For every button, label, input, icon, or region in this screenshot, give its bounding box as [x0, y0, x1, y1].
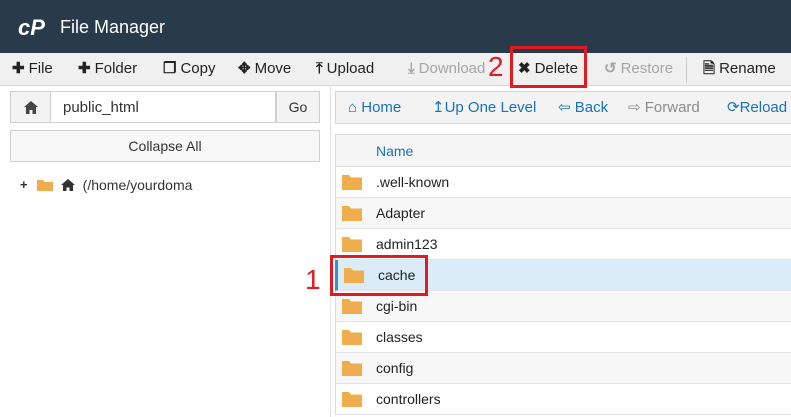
folder-icon [342, 175, 362, 190]
home-icon: ⌂ [348, 99, 358, 116]
rename-button[interactable]: 🗎 Rename [703, 53, 776, 85]
nav-forward-button[interactable]: ⇨ Forward [628, 92, 700, 125]
move-label: Move [254, 60, 292, 77]
app-title: File Manager [60, 17, 166, 37]
move-icon: ✥ [238, 60, 251, 77]
svg-text:cP: cP [18, 15, 45, 39]
file-row[interactable]: controllers [335, 384, 791, 415]
file-name: .well-known [376, 174, 450, 190]
top-header: cP File Manager [0, 0, 791, 53]
tree-root-item[interactable]: + (/home/yourdoma [20, 174, 192, 194]
restore-icon: ↺ [604, 60, 617, 77]
copy-button[interactable]: ❐ Copy [163, 53, 215, 85]
file-row[interactable]: classes [335, 322, 791, 353]
file-row[interactable]: config [335, 353, 791, 384]
cpanel-logo: cP [18, 15, 45, 39]
rename-label: Rename [719, 60, 776, 77]
folder-icon [342, 392, 362, 407]
nav-back-label: Back [574, 99, 609, 116]
navigation-bar: ⌂ Home ↥Up One Level ⇦ Back ⇨ Forward ⟳R… [335, 91, 791, 124]
file-row[interactable]: Adapter [335, 198, 791, 229]
copy-icon: ❐ [163, 60, 177, 77]
new-file-button[interactable]: ✚ File [12, 53, 53, 85]
folder-icon [36, 180, 53, 192]
plus-icon: ✚ [78, 60, 91, 77]
folder-icon [342, 299, 362, 314]
column-name-header[interactable]: Name [376, 135, 413, 167]
new-folder-label: Folder [94, 60, 138, 77]
folder-icon [342, 206, 362, 221]
step-1-marker: 1 [305, 264, 321, 295]
nav-up-button[interactable]: ↥Up One Level [432, 92, 536, 125]
restore-label: Restore [620, 60, 674, 77]
copy-label: Copy [180, 60, 216, 77]
home-icon [24, 101, 38, 114]
folder-icon [342, 361, 362, 376]
folder-icon [342, 330, 362, 345]
nav-reload-button[interactable]: ⟳Reload [727, 92, 787, 125]
path-input[interactable] [51, 91, 276, 123]
level-up-icon: ↥ [432, 99, 445, 116]
collapse-all-button[interactable]: Collapse All [10, 130, 320, 162]
nav-up-label: Up One Level [444, 99, 537, 116]
file-name: classes [376, 329, 423, 345]
file-name: config [376, 360, 414, 376]
download-icon: ⤓ [408, 60, 415, 77]
step-2-marker: 2 [488, 51, 504, 82]
home-icon [60, 179, 75, 192]
file-row[interactable]: .well-known [335, 167, 791, 198]
new-folder-button[interactable]: ✚ Folder [78, 53, 137, 85]
download-button[interactable]: ⤓ Download [408, 53, 485, 85]
delete-highlight-box [510, 46, 587, 88]
nav-back-button[interactable]: ⇦ Back [558, 92, 608, 125]
document-icon: 🗎 [703, 60, 716, 77]
arrow-right-icon: ⇨ [628, 99, 641, 116]
folder-icon [342, 237, 362, 252]
toolbar: ✚ File ✚ Folder ❐ Copy ✥ Move ⤒ Upload ⤓ Downl… [0, 53, 791, 86]
nav-home-button[interactable]: ⌂ Home [348, 92, 401, 125]
upload-label: Upload [326, 60, 375, 77]
download-label: Download [418, 60, 486, 77]
reload-icon: ⟳ [727, 99, 740, 116]
go-button[interactable]: Go [276, 91, 320, 123]
nav-forward-label: Forward [644, 99, 700, 116]
upload-button[interactable]: ⤒ Upload [316, 53, 374, 85]
move-button[interactable]: ✥ Move [238, 53, 291, 85]
nav-reload-label: Reload [739, 99, 788, 116]
pane-divider [330, 86, 331, 417]
file-name: controllers [376, 391, 441, 407]
nav-home-label: Home [361, 99, 402, 116]
upload-icon: ⤒ [316, 60, 323, 77]
plus-icon: ✚ [12, 60, 25, 77]
cache-highlight-box [330, 255, 428, 296]
expand-icon[interactable]: + [20, 175, 31, 195]
file-name: Adapter [376, 205, 426, 221]
arrow-left-icon: ⇦ [558, 99, 571, 116]
new-file-label: File [28, 60, 53, 77]
home-path-button[interactable] [10, 91, 51, 123]
file-list-header: Name [335, 134, 791, 167]
toolbar-divider [686, 57, 687, 83]
restore-button[interactable]: ↺ Restore [604, 53, 673, 85]
tree-root-label: (/home/yourdoma [82, 177, 193, 194]
